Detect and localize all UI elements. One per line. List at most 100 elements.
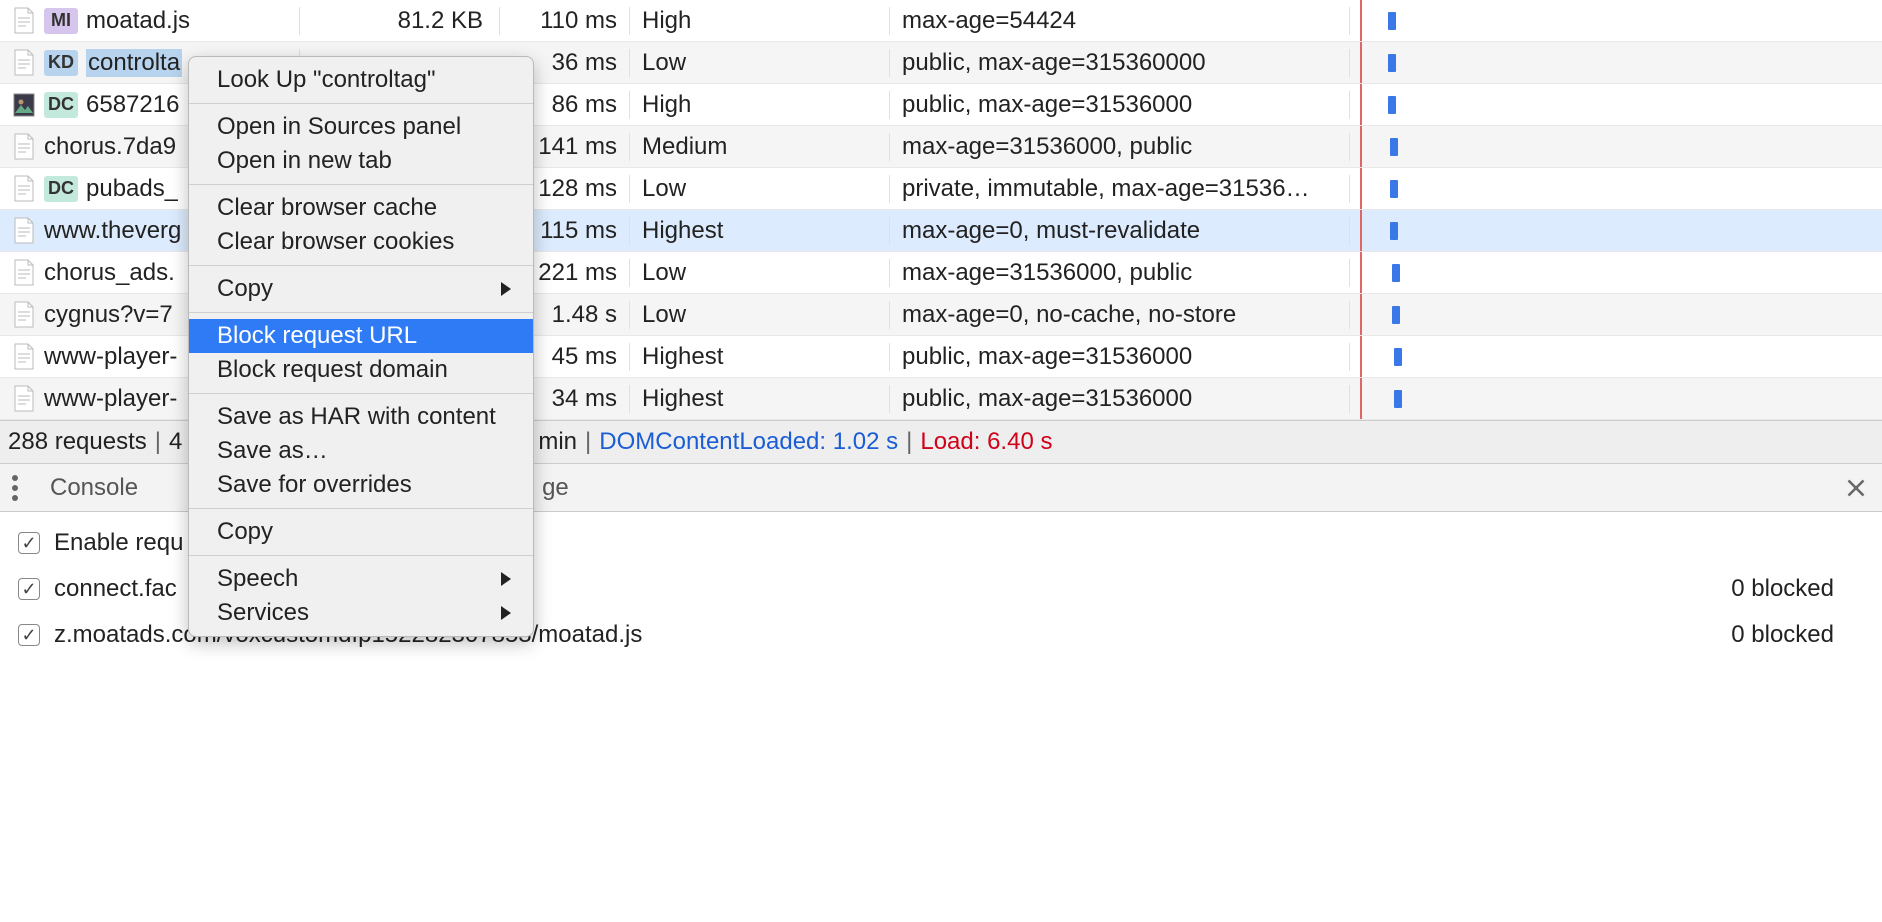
waterfall-load-line <box>1360 252 1362 293</box>
ctx-separator <box>189 265 533 266</box>
col-cache-control: max-age=54424 <box>890 7 1350 35</box>
ctx-block-request-domain[interactable]: Block request domain <box>189 353 533 387</box>
waterfall-bar <box>1388 96 1396 114</box>
col-priority: Highest <box>630 217 890 245</box>
document-file-icon <box>12 259 36 287</box>
col-priority: High <box>630 91 890 119</box>
close-drawer-button[interactable] <box>1842 474 1870 502</box>
waterfall-load-line <box>1360 168 1362 209</box>
status-separator: | <box>906 428 912 456</box>
col-cache-control: max-age=31536000, public <box>890 133 1350 161</box>
col-waterfall <box>1350 168 1882 209</box>
waterfall-bar <box>1390 222 1398 240</box>
ctx-lookup[interactable]: Look Up "controltag" <box>189 63 533 97</box>
waterfall-load-line <box>1360 84 1362 125</box>
blocking-count: 0 blocked <box>1731 621 1864 649</box>
waterfall-load-line <box>1360 0 1362 41</box>
col-priority: Highest <box>630 343 890 371</box>
ctx-save-overrides[interactable]: Save for overrides <box>189 468 533 502</box>
request-name: www-player- <box>44 385 177 413</box>
request-name: moatad.js <box>86 7 190 35</box>
ctx-separator <box>189 393 533 394</box>
col-priority: Low <box>630 49 890 77</box>
col-cache-control: private, immutable, max-age=31536… <box>890 175 1350 203</box>
col-priority: Highest <box>630 385 890 413</box>
ctx-separator <box>189 184 533 185</box>
document-file-icon <box>12 217 36 245</box>
col-waterfall <box>1350 336 1882 377</box>
ctx-separator <box>189 555 533 556</box>
initiator-badge: MI <box>44 8 78 34</box>
ctx-save-as[interactable]: Save as… <box>189 434 533 468</box>
ctx-open-newtab[interactable]: Open in new tab <box>189 144 533 178</box>
col-waterfall <box>1350 294 1882 335</box>
col-waterfall <box>1350 126 1882 167</box>
blocking-pattern-checkbox[interactable] <box>18 578 40 600</box>
col-waterfall <box>1350 252 1882 293</box>
status-separator: | <box>155 428 161 456</box>
waterfall-bar <box>1392 306 1400 324</box>
ctx-block-request-url[interactable]: Block request URL <box>189 319 533 353</box>
enable-blocking-checkbox[interactable] <box>18 532 40 554</box>
request-name: chorus.7da9 <box>44 133 176 161</box>
col-priority: Medium <box>630 133 890 161</box>
waterfall-bar <box>1394 390 1402 408</box>
drawer-menu-icon[interactable] <box>12 475 18 501</box>
col-cache-control: max-age=0, must-revalidate <box>890 217 1350 245</box>
ctx-separator <box>189 312 533 313</box>
col-cache-control: public, max-age=31536000 <box>890 91 1350 119</box>
request-name: chorus_ads. <box>44 259 175 287</box>
waterfall-bar <box>1390 180 1398 198</box>
initiator-badge: KD <box>44 50 78 76</box>
status-finish-fragment: min <box>538 428 577 456</box>
context-menu: Look Up "controltag" Open in Sources pan… <box>188 56 534 637</box>
waterfall-load-line <box>1360 42 1362 83</box>
col-waterfall <box>1350 0 1882 41</box>
blocking-pattern-checkbox[interactable] <box>18 624 40 646</box>
col-cache-control: public, max-age=31536000 <box>890 343 1350 371</box>
col-waterfall <box>1350 210 1882 251</box>
ctx-separator <box>189 508 533 509</box>
waterfall-load-line <box>1360 126 1362 167</box>
waterfall-load-line <box>1360 294 1362 335</box>
ctx-clear-cookies[interactable]: Clear browser cookies <box>189 225 533 259</box>
blocking-pattern-text: connect.fac <box>54 575 177 603</box>
col-waterfall <box>1350 42 1882 83</box>
document-file-icon <box>12 49 36 77</box>
waterfall-bar <box>1394 348 1402 366</box>
request-name: pubads_ <box>86 175 178 203</box>
ctx-open-sources[interactable]: Open in Sources panel <box>189 110 533 144</box>
waterfall-load-line <box>1360 210 1362 251</box>
tab-console[interactable]: Console <box>42 474 146 502</box>
waterfall-load-line <box>1360 378 1362 419</box>
col-waterfall <box>1350 84 1882 125</box>
status-load: Load: 6.40 s <box>920 428 1052 456</box>
ctx-clear-cache[interactable]: Clear browser cache <box>189 191 533 225</box>
col-priority: Low <box>630 301 890 329</box>
col-priority: Low <box>630 259 890 287</box>
initiator-badge: DC <box>44 176 78 202</box>
status-requests: 288 requests <box>8 428 147 456</box>
ctx-save-har[interactable]: Save as HAR with content <box>189 400 533 434</box>
col-size: 81.2 KB <box>300 7 500 35</box>
ctx-speech-submenu[interactable]: Speech <box>189 562 533 596</box>
waterfall-bar <box>1388 12 1396 30</box>
request-name: controlta <box>86 49 182 77</box>
waterfall-bar <box>1388 54 1396 72</box>
ctx-services-submenu[interactable]: Services <box>189 596 533 630</box>
col-priority: Low <box>630 175 890 203</box>
status-separator: | <box>585 428 591 456</box>
document-file-icon <box>12 385 36 413</box>
submenu-arrow-icon <box>501 606 511 620</box>
ctx-copy-submenu[interactable]: Copy <box>189 272 533 306</box>
col-cache-control: max-age=31536000, public <box>890 259 1350 287</box>
document-file-icon <box>12 7 36 35</box>
status-domcontentloaded: DOMContentLoaded: 1.02 s <box>599 428 898 456</box>
tab-other-fragment[interactable]: ge <box>534 474 577 502</box>
col-waterfall <box>1350 378 1882 419</box>
network-row[interactable]: MImoatad.js81.2 KB110 msHighmax-age=5442… <box>0 0 1882 42</box>
ctx-copy[interactable]: Copy <box>189 515 533 549</box>
enable-blocking-label: Enable requ <box>54 529 183 557</box>
request-name: www.theverg <box>44 217 181 245</box>
col-name: MI moatad.js <box>0 7 300 35</box>
